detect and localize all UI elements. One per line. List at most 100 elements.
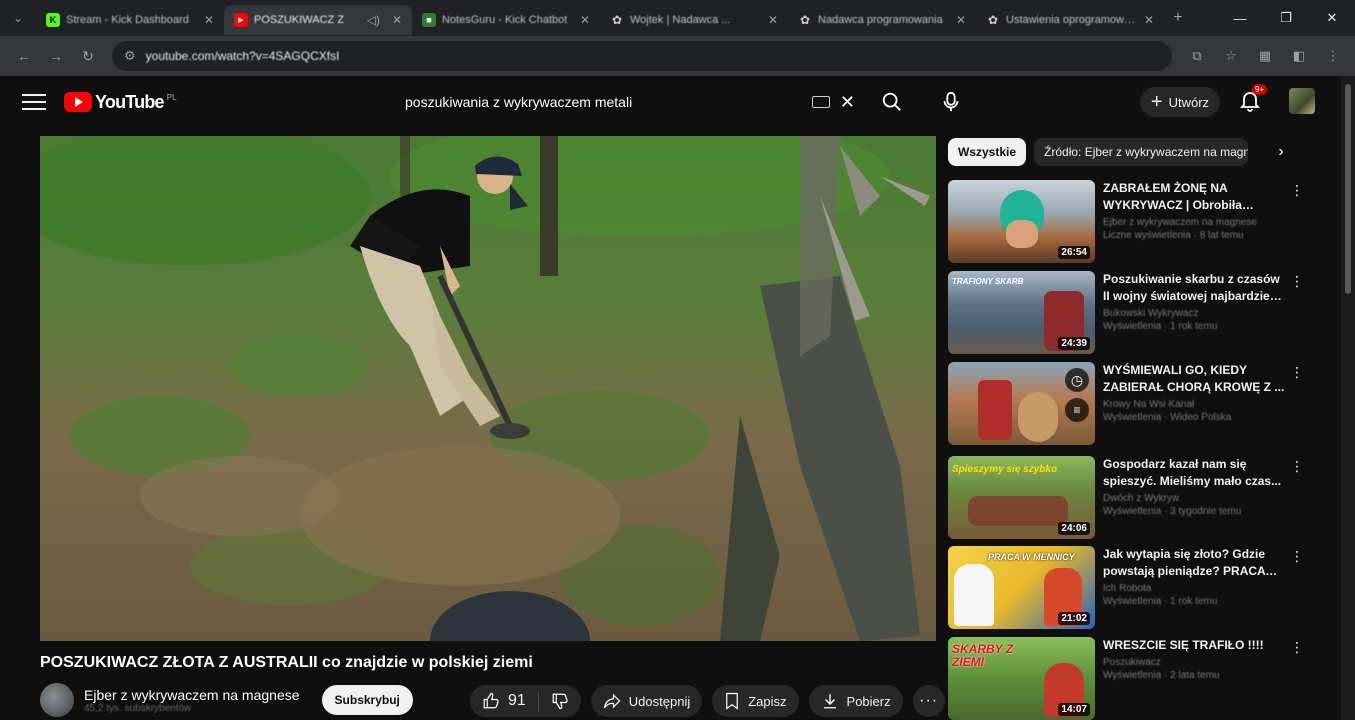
recommendation-channel: Dwóch z Wykryw [1103, 493, 1180, 504]
page-scrollbar[interactable] [1341, 76, 1355, 720]
browser-tab[interactable]: ✿ Wojtek | Nadawca ... ✕ [600, 5, 788, 35]
browser-tab[interactable]: ✿ Nadawca programowania ✕ [788, 5, 976, 35]
chip-source[interactable]: Źródło: Ejber z wykrywaczem na magnese [1034, 138, 1249, 166]
gear-favicon-icon: ✿ [987, 13, 999, 27]
share-button[interactable]: Udostępnij [590, 685, 703, 717]
download-button[interactable]: Pobierz [808, 685, 903, 717]
browser-tab[interactable]: K Stream - Kick Dashboard ✕ [36, 5, 224, 35]
window-controls: — ❐ ✕ [1217, 0, 1355, 36]
save-button[interactable]: Zapisz [712, 685, 799, 717]
address-bar[interactable]: ⚙ youtube.com/watch?v=4SAGQCXfsI [112, 41, 1172, 71]
video-thumbnail[interactable]: Spieszymy się szybko 24:06 [948, 456, 1095, 539]
browser-menu-icon[interactable]: ⋮ [1319, 42, 1347, 70]
video-duration: 26:54 [1058, 246, 1090, 259]
search-icon [882, 92, 901, 111]
keyboard-icon[interactable] [811, 96, 830, 108]
bookmark-star-icon[interactable]: ☆ [1217, 42, 1245, 70]
recommendation-item[interactable]: SKARBY Z ZIEMI 14:07 WRESZCIE SIĘ TRAFIŁ… [948, 637, 1308, 720]
like-button[interactable]: 91 [470, 691, 539, 711]
browser-tab[interactable]: ✿ Ustawienia oprogramowania ✕ [976, 5, 1164, 35]
chip-all[interactable]: Wszystkie [948, 138, 1027, 166]
close-tab-icon[interactable]: ✕ [580, 13, 590, 27]
recommendation-item[interactable]: 26:54 ZABRAŁEM ŻONĘ NA WYKRYWACZ | Obrob… [948, 180, 1308, 266]
recommendation-item[interactable]: ◷ ≡ WYŚMIEWALI GO, KIEDY ZABIERAŁ CHORĄ … [948, 362, 1308, 448]
browser-tab[interactable]: ■ NotesGuru - Kick Chatbot ✕ [412, 5, 600, 35]
more-vertical-icon[interactable]: ⋮ [1290, 548, 1304, 565]
site-info-icon[interactable]: ⚙ [124, 48, 136, 64]
watch-later-icon[interactable]: ◷ [1065, 368, 1089, 392]
video-duration: 14:07 [1058, 703, 1090, 716]
translate-icon[interactable]: ⧉ [1183, 42, 1211, 70]
more-vertical-icon[interactable]: ⋮ [1290, 182, 1304, 199]
channel-name[interactable]: Ejber z wykrywaczem na magnese [84, 687, 300, 703]
forward-icon[interactable]: → [40, 40, 72, 72]
recommendation-item[interactable]: PRACA W MENNICY 21:02 Jak wytapia się zł… [948, 546, 1308, 632]
close-tab-icon[interactable]: ✕ [1144, 13, 1154, 27]
create-label: Utwórz [1168, 94, 1210, 110]
profile-icon[interactable]: ◧ [1285, 42, 1313, 70]
notifications-button[interactable]: 9+ [1238, 84, 1268, 116]
more-vertical-icon[interactable]: ⋮ [1290, 458, 1304, 475]
recommendation-title: ZABRAŁEM ŻONĘ NA WYKRYWACZ | Obrobiła da… [1103, 181, 1242, 212]
close-tab-icon[interactable]: ✕ [768, 13, 778, 27]
channel-subscribers: 45,2 tys. subskrybentów [84, 702, 192, 714]
maximize-icon[interactable]: ❐ [1263, 0, 1309, 36]
search-box[interactable]: poszukiwania z wykrywaczem metali ✕ [395, 86, 863, 118]
close-tab-icon[interactable]: ✕ [956, 13, 966, 27]
voice-search-button[interactable] [933, 84, 969, 120]
video-player[interactable] [40, 136, 936, 641]
create-button[interactable]: + Utwórz [1140, 87, 1220, 117]
search-button[interactable] [874, 84, 910, 120]
minimize-icon[interactable]: — [1217, 0, 1263, 36]
back-icon[interactable]: ← [8, 40, 40, 72]
video-thumbnail[interactable]: ◷ ≡ [948, 362, 1095, 445]
plus-icon: + [1150, 91, 1163, 113]
url-text: youtube.com/watch?v=4SAGQCXfsI [145, 49, 340, 63]
share-label: Udostępnij [628, 693, 691, 709]
recommendation-item[interactable]: TRAFIONY SKARB 24:39 Poszukiwanie skarbu… [948, 271, 1308, 357]
dislike-button[interactable] [539, 692, 581, 710]
speaker-icon[interactable]: ◁) [367, 13, 380, 27]
channel-avatar[interactable] [40, 683, 74, 717]
scrollbar-thumb[interactable] [1345, 84, 1351, 294]
search-input[interactable]: poszukiwania z wykrywaczem metali [395, 86, 812, 118]
close-window-icon[interactable]: ✕ [1309, 0, 1355, 36]
chevron-right-icon[interactable]: › [1270, 141, 1292, 163]
more-vertical-icon[interactable]: ⋮ [1290, 639, 1304, 656]
reload-icon[interactable]: ↻ [72, 40, 104, 72]
tab-title: Nadawca programowania [818, 14, 943, 26]
browser-tab-active[interactable]: ▶ POSZUKIWACZ Z ◁) ✕ [224, 5, 412, 35]
youtube-header: YouTube PL poszukiwania z wykrywaczem me… [0, 76, 1340, 128]
subscribe-button[interactable]: Subskrybuj [321, 685, 413, 715]
tab-title: Ustawienia oprogramowania [1006, 14, 1138, 26]
new-tab-button[interactable]: + [1164, 4, 1192, 32]
youtube-logo[interactable]: YouTube PL [64, 92, 177, 113]
recommendation-item[interactable]: Spieszymy się szybko 24:06 Gospodarz kaz… [948, 456, 1308, 542]
more-vertical-icon[interactable]: ⋮ [1290, 364, 1304, 381]
add-to-queue-icon[interactable]: ≡ [1065, 398, 1089, 422]
close-tab-icon[interactable]: ✕ [204, 13, 214, 27]
gear-favicon-icon: ✿ [799, 13, 811, 27]
more-vertical-icon[interactable]: ⋮ [1290, 273, 1304, 290]
recommendation-channel: Ejber z wykrywaczem na magnese [1103, 217, 1257, 228]
recommendation-channel: Bukowski Wykrywacz [1103, 308, 1199, 319]
extensions-icon[interactable]: ▦ [1251, 42, 1279, 70]
notification-badge: 9+ [1252, 84, 1268, 95]
recommendation-views: Wyświetlenia · 1 rok temu [1103, 321, 1218, 332]
country-code: PL [166, 92, 177, 102]
tab-search-icon[interactable]: ⌄ [0, 0, 36, 36]
menu-icon[interactable] [22, 94, 46, 110]
video-thumbnail[interactable]: 26:54 [948, 180, 1095, 263]
user-avatar[interactable] [1289, 88, 1315, 114]
more-actions-button[interactable]: ··· [912, 685, 945, 717]
thumbnail-caption: SKARBY Z ZIEMI [952, 642, 1014, 669]
thumbnail-caption: PRACA W MENNICY [988, 552, 1075, 562]
video-thumbnail[interactable]: TRAFIONY SKARB 24:39 [948, 271, 1095, 354]
video-thumbnail[interactable]: PRACA W MENNICY 21:02 [948, 546, 1095, 629]
clear-search-icon[interactable]: ✕ [840, 92, 855, 113]
recommendation-title: Gospodarz kazał nam się spieszyć. Mieliś… [1103, 457, 1282, 488]
tab-title: Stream - Kick Dashboard [66, 14, 189, 26]
share-icon [603, 693, 621, 709]
close-tab-icon[interactable]: ✕ [392, 13, 402, 27]
video-thumbnail[interactable]: SKARBY Z ZIEMI 14:07 [948, 637, 1095, 720]
